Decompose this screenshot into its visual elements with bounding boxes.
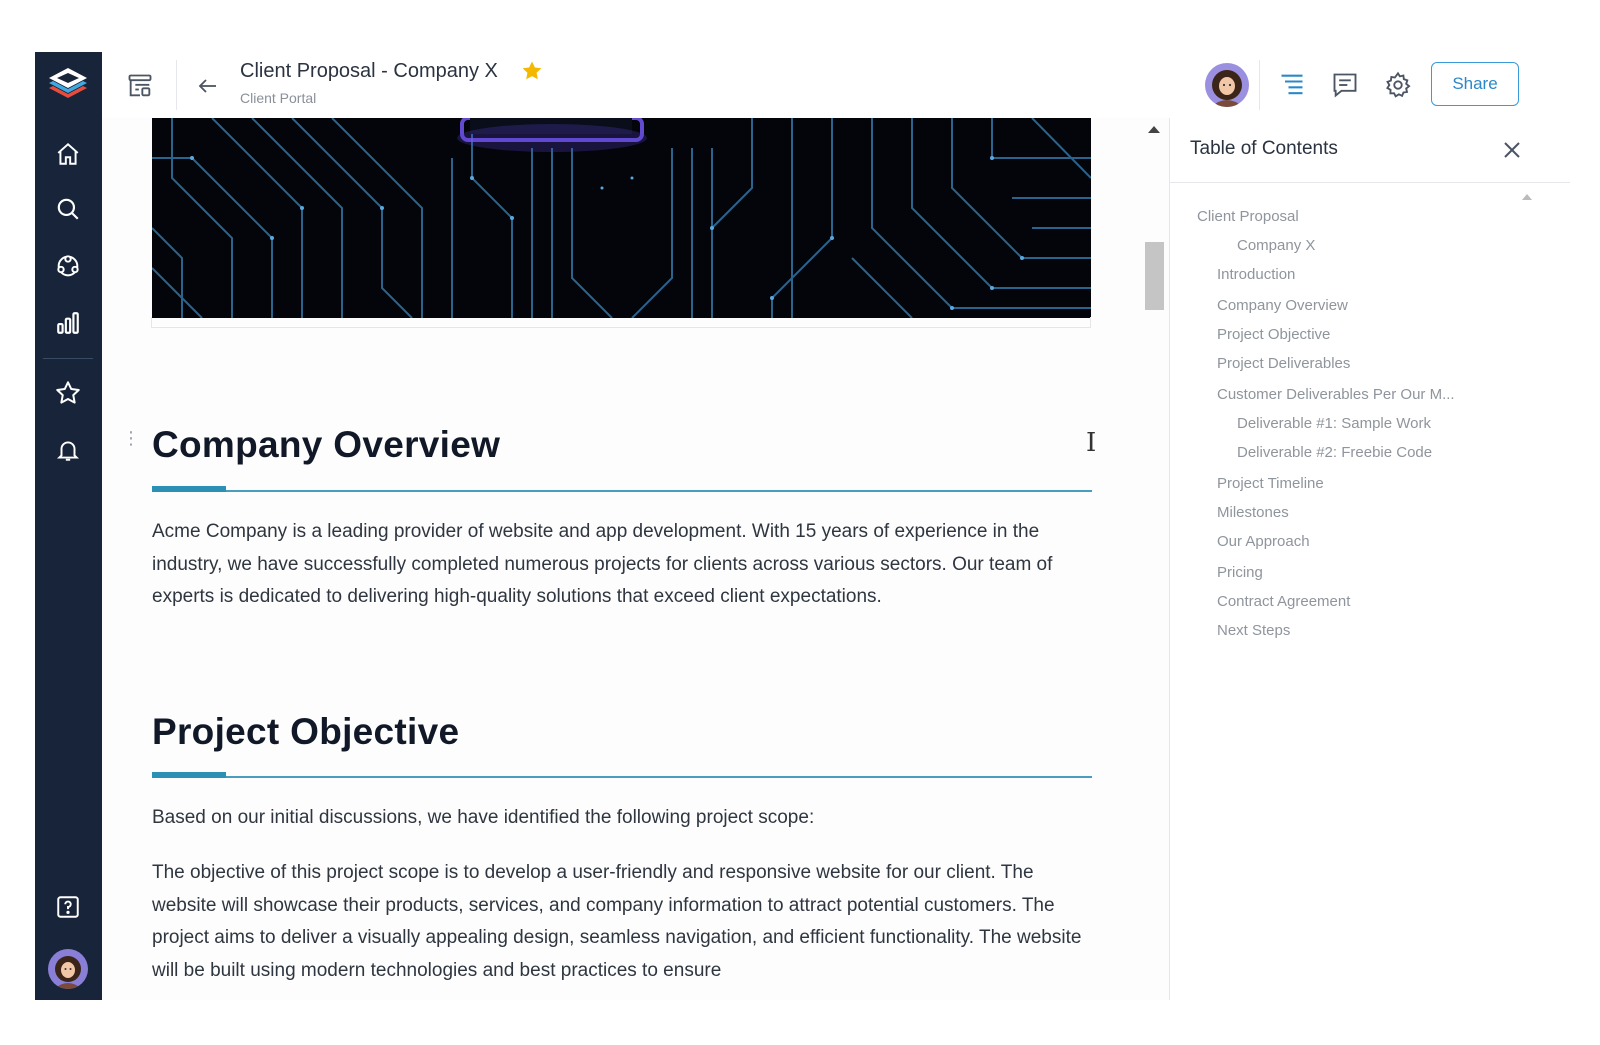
header-divider bbox=[1259, 60, 1260, 110]
toc-item[interactable]: Pricing bbox=[1217, 564, 1263, 581]
user-avatar[interactable] bbox=[48, 949, 88, 989]
table-of-contents-panel: Table of Contents Client Proposal Compan… bbox=[1169, 118, 1570, 1000]
toc-item[interactable]: Client Proposal bbox=[1197, 208, 1299, 225]
section-rule-accent bbox=[152, 772, 226, 778]
paragraph: Based on our initial discussions, we hav… bbox=[152, 807, 815, 828]
section-rule bbox=[152, 490, 1092, 492]
toc-item[interactable]: Project Timeline bbox=[1217, 475, 1324, 492]
toc-title: Table of Contents bbox=[1190, 138, 1338, 159]
share-button[interactable]: Share bbox=[1431, 62, 1519, 106]
toc-scroll-up-icon[interactable] bbox=[1522, 194, 1532, 200]
paragraph: The objective of this project scope is t… bbox=[152, 862, 1082, 981]
toc-item[interactable]: Deliverable #2: Freebie Code bbox=[1237, 444, 1432, 461]
app-window: Client Proposal - Company X Client Porta… bbox=[35, 52, 1570, 1000]
toc-item[interactable]: Milestones bbox=[1217, 504, 1289, 521]
settings-gear-icon[interactable] bbox=[1379, 66, 1417, 104]
document-list-icon[interactable] bbox=[122, 68, 158, 104]
search-icon[interactable] bbox=[48, 189, 88, 229]
comment-icon[interactable] bbox=[1326, 66, 1364, 104]
section-rule bbox=[152, 776, 1092, 778]
image-frame bbox=[151, 317, 1091, 328]
toc-item[interactable]: Company Overview bbox=[1217, 297, 1348, 314]
app-logo-icon[interactable] bbox=[43, 60, 93, 110]
toc-item[interactable]: Contract Agreement bbox=[1217, 593, 1350, 610]
favorite-star-icon[interactable] bbox=[520, 59, 544, 88]
document-subtitle: Client Portal bbox=[240, 90, 317, 106]
toc-item[interactable]: Our Approach bbox=[1217, 533, 1310, 550]
back-arrow-icon[interactable] bbox=[190, 68, 226, 104]
toc-divider bbox=[1170, 182, 1570, 183]
paragraph: Acme Company is a leading provider of we… bbox=[152, 521, 1053, 607]
close-icon[interactable] bbox=[1500, 138, 1524, 162]
scroll-up-arrow-icon[interactable] bbox=[1148, 126, 1160, 133]
header-divider bbox=[176, 60, 177, 110]
toc-item[interactable]: Project Objective bbox=[1217, 326, 1330, 343]
table-of-contents-icon[interactable] bbox=[1273, 66, 1311, 104]
toc-item[interactable]: Project Deliverables bbox=[1217, 355, 1350, 372]
users-icon[interactable] bbox=[48, 246, 88, 286]
document-scrollbar[interactable] bbox=[1141, 118, 1169, 1000]
text-cursor-icon: I bbox=[1086, 428, 1097, 458]
nav-divider bbox=[43, 358, 93, 359]
document-header: Client Proposal - Company X Client Porta… bbox=[102, 52, 1570, 118]
home-icon[interactable] bbox=[48, 134, 88, 174]
bar-chart-icon[interactable] bbox=[48, 303, 88, 343]
drag-handle-icon[interactable]: ⋮ bbox=[122, 428, 140, 449]
circuit-board-image bbox=[152, 118, 1091, 318]
toc-item[interactable]: Deliverable #1: Sample Work bbox=[1237, 415, 1431, 432]
toc-item[interactable]: Customer Deliverables Per Our M... bbox=[1217, 386, 1455, 403]
star-icon[interactable] bbox=[48, 373, 88, 413]
document-body: ⋮ I Company Overview Acme Company is a l… bbox=[102, 118, 1169, 1000]
collaborator-avatar[interactable] bbox=[1205, 63, 1249, 107]
section-rule-accent bbox=[152, 486, 226, 492]
toc-item[interactable]: Next Steps bbox=[1217, 622, 1290, 639]
scroll-thumb[interactable] bbox=[1145, 242, 1164, 310]
bell-icon[interactable] bbox=[48, 430, 88, 470]
document-title[interactable]: Client Proposal - Company X bbox=[240, 60, 498, 83]
toc-item[interactable]: Company X bbox=[1237, 237, 1315, 254]
section-heading: Company Overview bbox=[152, 424, 501, 465]
toc-item[interactable]: Introduction bbox=[1217, 266, 1295, 283]
help-icon[interactable] bbox=[48, 887, 88, 927]
section-heading: Project Objective bbox=[152, 711, 460, 752]
left-nav bbox=[35, 52, 102, 1000]
